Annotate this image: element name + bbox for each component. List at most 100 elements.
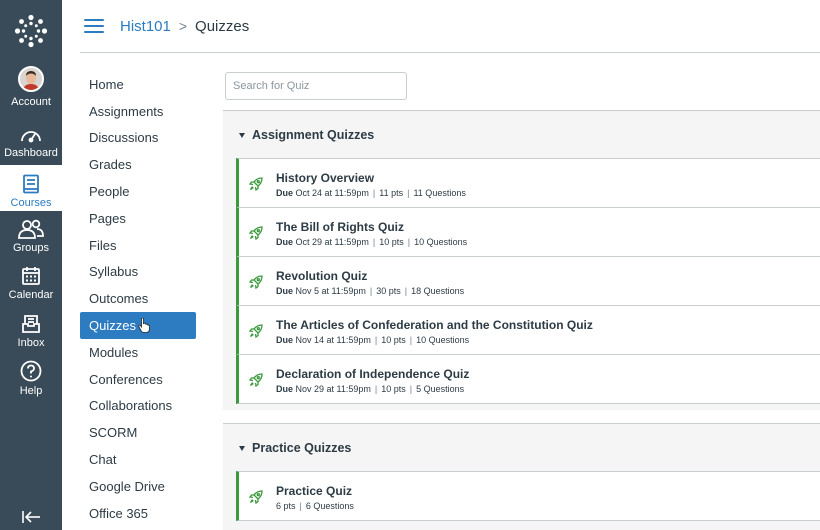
due-date: Nov 14 at 11:59pm	[295, 335, 371, 345]
group-title: Assignment Quizzes	[252, 128, 375, 142]
quiz-questions: 10 Questions	[414, 237, 468, 247]
course-nav-scorm[interactable]: SCORM	[80, 419, 200, 446]
global-nav-groups[interactable]: Groups	[0, 213, 62, 259]
global-nav-help-label: Help	[19, 385, 43, 397]
breadcrumb: Hist101 > Quizzes	[104, 18, 249, 35]
course-nav-modules[interactable]: Modules	[80, 339, 200, 366]
due-date: Nov 29 at 11:59pm	[295, 384, 371, 394]
rocket-icon	[249, 490, 263, 504]
collapse-triangle-icon	[239, 132, 245, 138]
course-nav-assignments[interactable]: Assignments	[80, 98, 200, 125]
calendar-icon	[22, 267, 40, 285]
course-nav-home[interactable]: Home	[80, 71, 200, 98]
quiz-row[interactable]: Practice Quiz 6 pts | 6 Questions	[236, 471, 820, 521]
global-nav-courses-label: Courses	[10, 197, 52, 209]
course-nav-syllabus[interactable]: Syllabus	[80, 259, 200, 286]
global-nav-courses[interactable]: Courses	[0, 165, 62, 211]
quiz-title[interactable]: The Bill of Rights Quiz	[276, 220, 404, 234]
quiz-points: 11 pts	[379, 188, 404, 198]
due-label: Due	[276, 384, 294, 394]
quiz-meta: 6 pts | 6 Questions	[276, 501, 354, 511]
course-nav-grades[interactable]: Grades	[80, 151, 200, 178]
quiz-meta: Due Nov 14 at 11:59pm | 10 pts | 10 Question…	[276, 335, 470, 345]
quiz-title[interactable]: The Articles of Confederation and the Co…	[276, 318, 593, 332]
quiz-meta: Due Nov 5 at 11:59pm | 30 pts | 18 Questions	[276, 286, 465, 296]
global-nav-dashboard[interactable]: Dashboard	[0, 118, 62, 164]
quiz-points: 10 pts	[379, 237, 404, 247]
course-nav: Home Assignments Discussions Grades Peop…	[80, 71, 200, 527]
due-label: Due	[276, 188, 294, 198]
quiz-questions: 11 Questions	[413, 188, 466, 198]
course-nav-pages[interactable]: Pages	[80, 205, 200, 232]
quiz-points: 30 pts	[376, 286, 401, 296]
due-date: Oct 24 at 11:59pm	[295, 188, 369, 198]
quiz-row[interactable]: Revolution Quiz Due Nov 5 at 11:59pm | 30 …	[236, 256, 820, 306]
breadcrumb-course-link[interactable]: Hist101	[120, 18, 171, 35]
quiz-row[interactable]: History Overview Due Oct 24 at 11:59pm | 1…	[236, 158, 820, 208]
rocket-icon	[249, 177, 263, 191]
global-nav-account-label: Account	[11, 96, 51, 108]
quiz-meta: Due Nov 29 at 11:59pm | 10 pts | 5 Questions	[276, 384, 465, 394]
rocket-icon	[249, 324, 263, 338]
course-nav-office-365[interactable]: Office 365	[80, 500, 200, 527]
global-nav-inbox[interactable]: Inbox	[0, 308, 62, 354]
quiz-points: 10 pts	[381, 384, 406, 394]
quiz-list: Practice Quiz 6 pts | 6 Questions	[236, 471, 820, 521]
quiz-list: History Overview Due Oct 24 at 11:59pm | 1…	[236, 158, 820, 404]
global-nav-inbox-label: Inbox	[17, 337, 45, 349]
course-nav-collaborations[interactable]: Collaborations	[80, 393, 200, 420]
collapse-triangle-icon	[239, 445, 245, 451]
due-date: Nov 5 at 11:59pm	[295, 286, 366, 296]
course-nav-people[interactable]: People	[80, 178, 200, 205]
quiz-title[interactable]: Practice Quiz	[276, 484, 352, 498]
due-label: Due	[276, 335, 294, 345]
course-nav-conferences[interactable]: Conferences	[80, 366, 200, 393]
quiz-questions: 18 Questions	[411, 286, 465, 296]
collapse-arrow-icon	[22, 511, 40, 523]
collapse-nav-button[interactable]	[0, 504, 62, 530]
global-nav-calendar-label: Calendar	[8, 289, 54, 301]
help-icon	[20, 360, 42, 382]
global-nav-dashboard-label: Dashboard	[4, 147, 58, 159]
course-nav-quizzes[interactable]: Quizzes	[80, 312, 196, 339]
rocket-icon	[249, 275, 263, 289]
breadcrumb-current: Quizzes	[195, 17, 250, 35]
quiz-row[interactable]: The Bill of Rights Quiz Due Oct 29 at 11…	[236, 207, 820, 257]
global-nav-account[interactable]: Account	[0, 66, 62, 113]
global-nav-help[interactable]: Help	[0, 356, 62, 402]
page-header: Hist101 > Quizzes	[80, 0, 820, 53]
global-nav-calendar[interactable]: Calendar	[0, 260, 62, 306]
quiz-questions: 6 Questions	[305, 501, 354, 511]
course-nav-discussions[interactable]: Discussions	[80, 125, 200, 152]
rocket-icon	[249, 373, 263, 387]
quiz-points: 6 pts	[276, 501, 296, 511]
dashboard-icon	[21, 131, 41, 143]
canvas-logo-icon[interactable]	[0, 0, 62, 62]
search-quiz-input[interactable]	[225, 72, 407, 100]
inbox-icon	[22, 315, 40, 333]
hamburger-menu-icon[interactable]	[84, 19, 104, 33]
course-nav-chat[interactable]: Chat	[80, 446, 200, 473]
quiz-row[interactable]: The Articles of Confederation and the Co…	[236, 305, 820, 355]
due-label: Due	[276, 286, 294, 296]
course-nav-files[interactable]: Files	[80, 232, 200, 259]
groups-icon	[18, 219, 44, 239]
practice-quizzes-group: Practice Quizzes Practice Quiz 6 pts | 6 Q…	[223, 423, 820, 530]
assignment-quizzes-group: Assignment Quizzes History Overview Due …	[223, 110, 820, 410]
course-nav-google-drive[interactable]: Google Drive	[80, 473, 200, 500]
quiz-questions: 10 Questions	[416, 335, 470, 345]
group-title: Practice Quizzes	[252, 441, 352, 455]
due-label: Due	[276, 237, 294, 247]
global-nav: Account Dashboard Courses Groups Calenda…	[0, 0, 62, 530]
course-nav-outcomes[interactable]: Outcomes	[80, 285, 200, 312]
rocket-icon	[249, 226, 263, 240]
quiz-row[interactable]: Declaration of Independence Quiz Due Nov…	[236, 354, 820, 404]
breadcrumb-separator: >	[178, 18, 188, 34]
quiz-title[interactable]: History Overview	[276, 171, 374, 185]
quiz-title[interactable]: Revolution Quiz	[276, 269, 367, 283]
due-date: Oct 29 at 11:59pm	[295, 237, 369, 247]
quiz-title[interactable]: Declaration of Independence Quiz	[276, 367, 469, 381]
group-header[interactable]: Practice Quizzes	[223, 424, 820, 472]
quiz-meta: Due Oct 29 at 11:59pm | 10 pts | 10 Question…	[276, 237, 468, 247]
group-header[interactable]: Assignment Quizzes	[223, 111, 820, 159]
